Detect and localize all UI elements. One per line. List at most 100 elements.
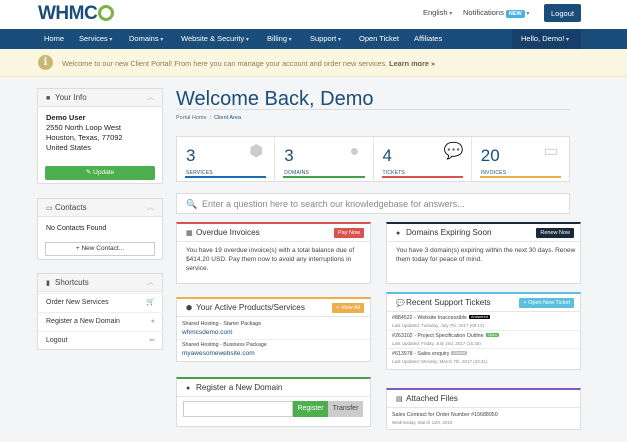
kb-search-placeholder: Enter a question here to search our know… <box>202 199 465 209</box>
address-line-2: Houston, Texas, 77092 <box>46 133 123 142</box>
active-products-card: ⬢ Your Active Products/Services + View Al… <box>176 297 371 362</box>
ticket-row[interactable]: #613978 - Sales enquiry Closed <box>392 351 468 357</box>
contacts-panel: ▭ Contacts ︿ No Contacts Found + New Conta… <box>37 198 163 260</box>
stat-color-bar <box>479 176 561 178</box>
renew-now-button[interactable]: Renew Now <box>536 228 574 238</box>
globe-icon: ● <box>349 143 360 160</box>
shortcut-register-domain[interactable]: Register a New Domain ● <box>38 312 163 330</box>
stat-invoices[interactable]: 20 INVOICES ▭ <box>472 137 569 181</box>
nav-open-ticket[interactable]: Open Ticket <box>359 29 399 49</box>
pay-now-button[interactable]: Pay Now <box>333 228 364 238</box>
gear-logo-icon <box>98 5 115 21</box>
nav-services[interactable]: Services <box>79 29 112 49</box>
nav-affiliates[interactable]: Affiliates <box>414 29 442 49</box>
domains-expiring-text: You have 3 domain(s) expiring within the… <box>396 247 576 263</box>
ticket-updated: Last Updated: Friday, July 2nd, 2017 (15… <box>392 341 481 346</box>
nav-billing[interactable]: Billing <box>267 29 292 49</box>
product-domain-link[interactable]: myawesomewebsite.com <box>182 350 255 357</box>
shortcuts-panel: ▮ Shortcuts ︿ Order New Services 🛒 Register… <box>37 273 163 350</box>
support-tickets-header: 💬Recent Support Tickets + Open New Ticke… <box>387 294 580 312</box>
notifications-new-badge: NEW <box>505 10 525 18</box>
update-button[interactable]: ✎ Update <box>45 166 155 180</box>
shortcut-logout[interactable]: Logout ⬅ <box>38 331 163 349</box>
ticket-status-badge: Closed <box>451 351 468 355</box>
attached-files-header: ▤ Attached Files <box>387 390 580 408</box>
main-navbar: Home Services Domains Website & Security… <box>0 29 627 49</box>
domains-expiring-title: Domains Expiring Soon <box>406 228 492 237</box>
user-menu[interactable]: Hello, Demo! <box>512 29 581 49</box>
open-new-ticket-button[interactable]: + Open New Ticket <box>519 298 574 308</box>
new-contact-button[interactable]: + New Contact... <box>45 242 155 256</box>
page-title: Welcome Back, Demo <box>176 88 374 110</box>
nav-website-security[interactable]: Website & Security <box>181 29 249 49</box>
overdue-invoices-card: ▦ Overdue Invoices Pay Now You have 19 ov… <box>176 222 371 284</box>
your-info-title: Your Info <box>55 93 87 102</box>
shortcut-label: Order New Services <box>46 299 109 306</box>
ticket-subject: #263102 - Project Specification Outline <box>392 333 484 339</box>
globe-icon: ● <box>186 385 191 392</box>
ticket-updated: Last Updated: Tuesday, July 7th, 2017 (0… <box>392 323 484 328</box>
cart-icon: 🛒 <box>146 299 155 306</box>
nav-support[interactable]: Support <box>310 29 341 49</box>
active-products-title: Your Active Products/Services <box>196 303 305 312</box>
ticket-status-badge: Answered <box>469 315 490 319</box>
language-selector[interactable]: English <box>423 8 452 17</box>
chevron-down-icon <box>525 8 530 17</box>
register-button[interactable]: Register <box>293 401 328 417</box>
notifications-menu[interactable]: Notifications NEW <box>463 8 529 18</box>
register-domain-title: Register a New Domain <box>196 383 283 392</box>
your-info-header[interactable]: ■ Your Info ︿ <box>38 89 162 107</box>
stat-value: 3 <box>186 146 196 165</box>
user-icon: ■ <box>46 95 51 102</box>
learn-more-link[interactable]: Learn more » <box>389 59 435 68</box>
cube-icon: ⬢ <box>249 143 264 160</box>
attached-file-date: Wednesday, March 11th, 2015 <box>392 420 453 425</box>
user-name: Demo User <box>46 113 86 122</box>
logout-button[interactable]: Logout <box>544 4 581 22</box>
ticket-divider <box>387 348 580 349</box>
stat-color-bar <box>283 176 365 178</box>
stat-tickets[interactable]: 4 TICKETS 💬 <box>374 137 472 181</box>
nav-domains[interactable]: Domains <box>129 29 163 49</box>
attached-files-card: ▤ Attached Files Sales Contract for Order… <box>386 388 581 430</box>
globe-icon: ● <box>150 318 155 325</box>
overdue-text: You have 19 overdue invoice(s) with a to… <box>186 247 355 272</box>
kb-search-input[interactable]: 🔍 Enter a question here to search our kn… <box>176 193 570 214</box>
transfer-button[interactable]: Transfer <box>328 401 363 417</box>
stat-services[interactable]: 3 SERVICES ⬢ <box>177 137 276 181</box>
alert-text: Welcome to our new Client Portal! From h… <box>62 59 388 68</box>
domains-expiring-card: ● Domains Expiring Soon Renew Now You hav… <box>386 222 581 284</box>
stat-value: 4 <box>382 146 392 165</box>
active-products-header: ⬢ Your Active Products/Services + View Al… <box>177 299 370 317</box>
ticket-row[interactable]: #884522 - Website Inaccessible Answered <box>392 315 490 321</box>
register-domain-card: ● Register a New Domain Register Transfer <box>176 377 371 427</box>
update-label: Update <box>93 169 115 176</box>
ticket-row[interactable]: #263102 - Project Specification Outline O… <box>392 333 499 339</box>
product-domain-link[interactable]: whmcsdemo.com <box>182 329 233 336</box>
chevron-up-icon: ︿ <box>147 94 154 101</box>
search-icon: 🔍 <box>186 199 198 209</box>
stat-domains[interactable]: 3 DOMAINS ● <box>275 137 374 181</box>
shortcut-label: Register a New Domain <box>46 318 120 325</box>
shortcut-order-new-services[interactable]: Order New Services 🛒 <box>38 293 163 311</box>
stat-color-bar <box>381 176 463 178</box>
product-divider <box>177 339 370 340</box>
breadcrumb-client-area: Client Area <box>214 115 242 121</box>
domain-search-input[interactable] <box>183 401 293 417</box>
calculator-icon: ▦ <box>186 230 193 237</box>
product-package: Shared Hosting - Business Package <box>182 342 267 348</box>
support-tickets-card: 💬Recent Support Tickets + Open New Ticke… <box>386 292 581 370</box>
whmcs-logo[interactable]: WHMC <box>38 3 115 25</box>
nav-home[interactable]: Home <box>44 29 64 49</box>
support-tickets-title: Recent Support Tickets <box>406 298 491 307</box>
attached-file-link[interactable]: Sales Contract for Order Number #1568895… <box>392 412 498 418</box>
stat-value: 3 <box>284 146 294 165</box>
your-info-panel: ■ Your Info ︿ Demo User 2550 North Loop We… <box>37 88 163 184</box>
breadcrumb-portal-home[interactable]: Portal Home <box>176 115 207 121</box>
globe-icon: ● <box>396 230 401 237</box>
shortcuts-header[interactable]: ▮ Shortcuts ︿ <box>38 274 162 292</box>
contacts-header[interactable]: ▭ Contacts ︿ <box>38 199 162 217</box>
view-all-button[interactable]: + View All <box>332 303 364 313</box>
cube-icon: ⬢ <box>186 305 193 312</box>
no-contacts-text: No Contacts Found <box>46 225 107 232</box>
